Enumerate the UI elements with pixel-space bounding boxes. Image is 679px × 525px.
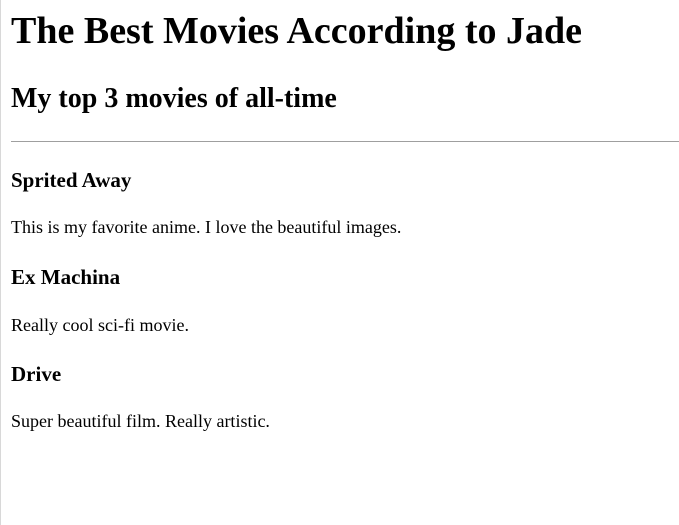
movie-description: This is my favorite anime. I love the be… <box>11 217 402 237</box>
movie-page: The Best Movies According to Jade My top… <box>0 0 679 525</box>
page-subtitle: My top 3 movies of all-time <box>11 83 337 114</box>
movie-title: Sprited Away <box>11 168 132 192</box>
movie-title: Ex Machina <box>11 265 121 289</box>
movie-description: Really cool sci-fi movie. <box>11 315 189 335</box>
page-title: The Best Movies According to Jade <box>11 10 583 52</box>
movie-title: Drive <box>11 362 62 386</box>
section-divider <box>11 141 679 142</box>
movie-description: Super beautiful film. Really artistic. <box>11 411 270 431</box>
